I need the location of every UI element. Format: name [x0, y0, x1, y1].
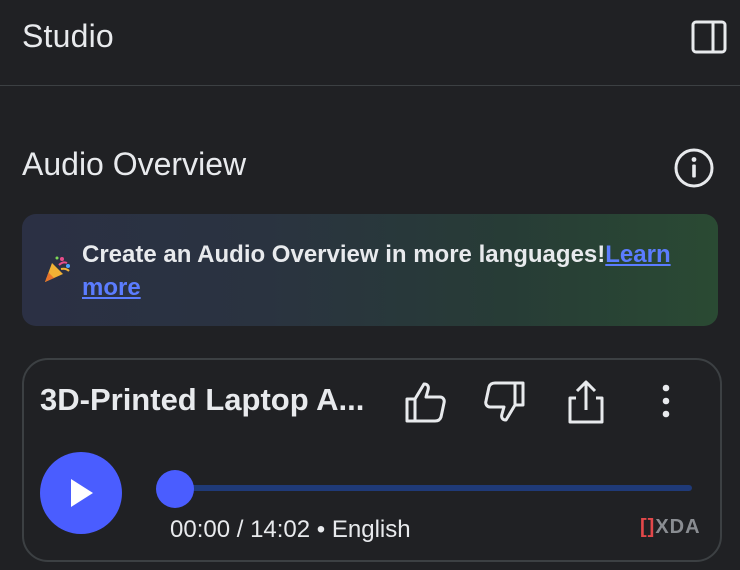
languages-banner: Create an Audio Overview in more languag… [22, 214, 718, 326]
studio-header: Studio [0, 0, 740, 86]
thumbs-down-icon[interactable] [480, 378, 528, 426]
banner-text: Create an Audio Overview in more languag… [82, 241, 606, 268]
studio-title: Studio [22, 18, 114, 54]
banner-message: Create an Audio Overview in more languag… [82, 238, 694, 304]
sidebar-panel-icon[interactable] [690, 18, 728, 56]
thumbs-up-icon[interactable] [402, 378, 450, 426]
xda-watermark: []XDA [640, 516, 701, 539]
audio-title: 3D-Printed Laptop A... [40, 382, 365, 417]
progress-thumb[interactable] [156, 470, 194, 508]
time-language-label: 00:00 / 14:02 • English [170, 516, 411, 543]
progress-track[interactable] [174, 485, 692, 491]
audio-overview-title: Audio Overview [22, 146, 247, 182]
party-popper-icon [42, 254, 72, 284]
xda-bracket: [] [640, 516, 656, 538]
play-icon [71, 479, 93, 507]
more-vert-icon[interactable] [642, 378, 690, 426]
audio-player-card: 3D-Printed Laptop A... 00:00 / 14:02 • E… [22, 358, 722, 562]
xda-text: XDA [655, 516, 701, 538]
info-icon[interactable] [672, 146, 716, 190]
share-icon[interactable] [562, 378, 610, 426]
play-button[interactable] [40, 452, 122, 534]
